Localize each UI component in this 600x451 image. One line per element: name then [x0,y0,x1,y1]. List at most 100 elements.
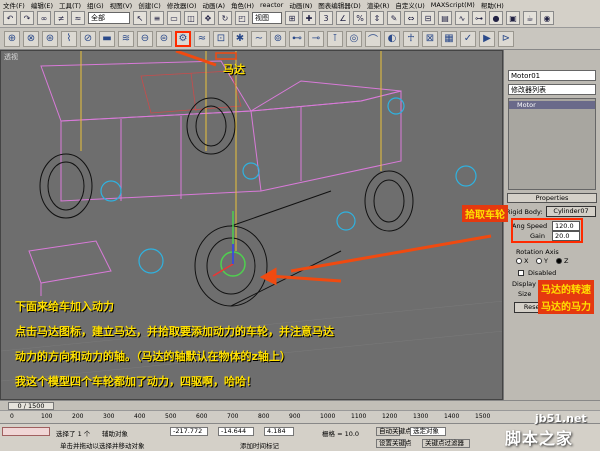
create-animation-icon[interactable]: ⊳ [498,30,514,47]
menu-item-0[interactable]: 文件(F) [3,0,25,10]
spinner-snap-icon[interactable]: ⇕ [370,11,384,25]
curve-editor-icon[interactable]: ∿ [455,11,469,25]
selected-object-dropdown[interactable]: 选定对象 [410,427,446,436]
rect-select-icon[interactable]: ▭ [167,11,181,25]
timeline-tick-label: 1200 [382,413,398,420]
window-crossing-icon[interactable]: ◫ [184,11,198,25]
wind-icon[interactable]: ≈ [194,30,210,47]
ragdoll-icon[interactable]: ☥ [403,30,419,47]
timeline-tick-label: 1100 [351,413,367,420]
menu-item-3[interactable]: 组(G) [87,0,104,10]
time-slider-bar[interactable]: 0 / 1500 [0,400,600,410]
preview-icon[interactable]: ▶ [479,30,495,47]
render-setup-icon[interactable]: ▣ [506,11,520,25]
cloth-collection-icon[interactable]: ⊗ [23,30,39,47]
select-move-icon[interactable]: ✥ [201,11,215,25]
selection-filter-dropdown[interactable]: 全部 [88,12,130,24]
menu-item-13[interactable]: 自定义(U) [395,0,424,10]
constraint-solver-icon[interactable]: ⊚ [270,30,286,47]
axis-z-radio[interactable] [556,258,562,264]
menu-item-9[interactable]: reactor [260,1,283,9]
point-to-point-icon[interactable]: ⊸ [308,30,324,47]
deforming-mesh-icon[interactable]: ⊘ [80,30,96,47]
z-coord-field[interactable]: 4.184 [264,427,294,436]
percent-snap-icon[interactable]: % [353,11,367,25]
angular-dashpot-icon[interactable]: ⊜ [156,30,172,47]
toy-car-icon[interactable]: ⊡ [213,30,229,47]
layer-icon[interactable]: ▤ [438,11,452,25]
rigid-body-pick-button[interactable]: Cylinder07 [546,206,596,217]
menu-item-1[interactable]: 编辑(E) [31,0,53,10]
fixed-constraint-icon[interactable]: ⊠ [422,30,438,47]
menu-item-8[interactable]: 角色(H) [231,0,254,10]
select-by-name-icon[interactable]: ≡ [150,11,164,25]
car-wheel-icon[interactable]: ◎ [346,30,362,47]
menu-item-2[interactable]: 工具(T) [59,0,81,10]
analyze-icon[interactable]: ✓ [460,30,476,47]
plane-icon[interactable]: ▬ [99,30,115,47]
auto-key-button[interactable]: 自动关键点 [376,427,412,436]
prismatic-icon[interactable]: ⊺ [327,30,343,47]
modifier-stack[interactable]: Motor [508,98,596,190]
pivot-icon[interactable]: ⊞ [285,11,299,25]
ball-socket-icon[interactable]: ◐ [384,30,400,47]
time-slider[interactable]: 0 / 1500 [8,402,54,410]
menu-item-10[interactable]: 动画(N) [289,0,312,10]
bind-space-warp-icon[interactable]: ≈ [71,11,85,25]
mirror-icon[interactable]: ⇔ [404,11,418,25]
menu-item-5[interactable]: 创建(C) [138,0,161,10]
undo-icon[interactable]: ↶ [3,11,17,25]
angle-snap-icon[interactable]: ∠ [336,11,350,25]
point-to-path-icon[interactable]: ⌒ [365,30,381,47]
properties-rollout[interactable]: Properties [507,193,597,203]
menu-item-15[interactable]: 帮助(H) [481,0,504,10]
track-bar[interactable]: 0 100 200 300 400 500 600 700 800 900 1000 1100 1200… [0,410,600,423]
unlink-icon[interactable]: ≠ [54,11,68,25]
set-key-button[interactable]: 设置关键点 [376,439,412,448]
menu-item-7[interactable]: 动画(A) [203,0,226,10]
rope-collection-icon[interactable]: ⌇ [61,30,77,47]
render-icon[interactable]: ☕ [523,11,537,25]
align-icon[interactable]: ⊟ [421,11,435,25]
menu-item-14[interactable]: MAXScript(M) [431,1,475,9]
schematic-icon[interactable]: ⊶ [472,11,486,25]
reference-coord-dropdown[interactable]: 视图 [252,12,282,24]
named-selection-icon[interactable]: ✎ [387,11,401,25]
quick-render-icon[interactable]: ◉ [540,11,554,25]
rigid-body-collection-icon[interactable]: ⊕ [4,30,20,47]
y-coord-field[interactable]: -14.644 [218,427,254,436]
material-editor-icon[interactable]: ● [489,11,503,25]
x-coord-field[interactable]: -217.772 [170,427,208,436]
hinge-icon[interactable]: ⊷ [289,30,305,47]
select-rotate-icon[interactable]: ↻ [218,11,232,25]
modifier-list-dropdown[interactable]: 修改器列表 [508,84,596,95]
link-icon[interactable]: ∞ [37,11,51,25]
axis-x-radio[interactable] [516,258,522,264]
snap-icon[interactable]: 3 [319,11,333,25]
add-time-tag[interactable]: 添加时间标记 [240,440,279,450]
highlight-box [511,218,583,243]
redo-icon[interactable]: ↷ [20,11,34,25]
key-filter-button[interactable]: 关键点过滤器 [422,439,470,448]
soft-body-collection-icon[interactable]: ⊛ [42,30,58,47]
menu-item-4[interactable]: 视图(V) [110,0,133,10]
object-name-field[interactable]: Motor01 [508,70,596,81]
properties-icon[interactable]: ▦ [441,30,457,47]
select-scale-icon[interactable]: ◰ [235,11,249,25]
manipulate-icon[interactable]: ✚ [302,11,316,25]
stack-item-motor[interactable]: Motor [509,101,595,109]
water-icon[interactable]: ∼ [251,30,267,47]
axis-y-radio[interactable] [536,258,542,264]
instruction-line-2: 点击马达图标，建立马达，并拾取要添加动力的车轮，并注意马达 [15,325,334,338]
maxscript-listener[interactable] [2,427,50,436]
disabled-checkbox[interactable] [518,270,524,276]
select-object-icon[interactable]: ↖ [133,11,147,25]
linear-dashpot-icon[interactable]: ⊖ [137,30,153,47]
fracture-icon[interactable]: ✱ [232,30,248,47]
motor-icon[interactable]: ⚙ [175,30,191,47]
spring-icon[interactable]: ≋ [118,30,134,47]
perspective-viewport[interactable]: 透视 马达 下面来给车加入动力 点击马达图标，建立马达，并拾取要添加动力的车轮，… [0,50,503,400]
menu-item-6[interactable]: 修改器(O) [167,0,197,10]
menu-item-12[interactable]: 渲染(R) [367,0,390,10]
menu-item-11[interactable]: 图表编辑器(D) [318,0,361,10]
